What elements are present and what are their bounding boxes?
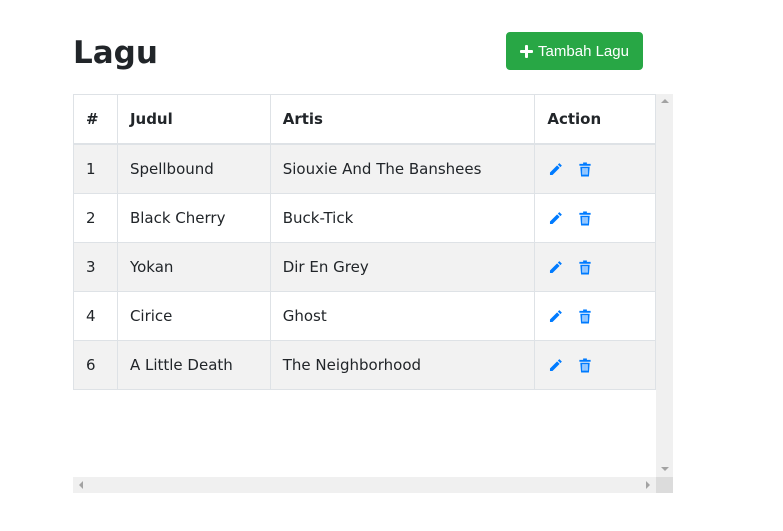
table-row: 4 Cirice Ghost [73,291,656,341]
song-artist: Siouxie And The Banshees [269,143,536,194]
column-header-number: # [73,94,118,145]
songs-table: # Judul Artis Action 1 Spellbound Siouxi… [73,94,656,390]
pencil-icon[interactable] [547,308,563,324]
trash-icon[interactable] [577,259,593,275]
horizontal-scrollbar[interactable] [73,477,656,493]
row-actions [534,242,656,292]
song-artist: Buck-Tick [269,193,536,243]
song-title: A Little Death [116,340,271,390]
pencil-icon[interactable] [547,210,563,226]
vertical-scrollbar[interactable] [656,94,673,477]
row-number: 6 [73,340,118,390]
pencil-icon[interactable] [547,161,563,177]
song-title: Yokan [116,242,271,292]
songs-table-container: # Judul Artis Action 1 Spellbound Siouxi… [73,94,673,493]
pencil-icon[interactable] [547,357,563,373]
row-number: 4 [73,291,118,341]
scroll-left-icon[interactable] [79,481,83,489]
trash-icon[interactable] [577,357,593,373]
scroll-up-icon[interactable] [661,99,669,103]
song-artist: Ghost [269,291,536,341]
trash-icon[interactable] [577,161,593,177]
song-title: Black Cherry [116,193,271,243]
table-header-row: # Judul Artis Action [73,94,656,145]
song-artist: The Neighborhood [269,340,536,390]
row-actions [534,193,656,243]
row-actions [534,340,656,390]
scrollbar-corner [656,477,673,493]
add-song-button[interactable]: Tambah Lagu [506,32,643,70]
table-row: 2 Black Cherry Buck-Tick [73,193,656,243]
row-actions [534,291,656,341]
table-row: 6 A Little Death The Neighborhood [73,340,656,390]
song-artist: Dir En Grey [269,242,536,292]
song-title: Cirice [116,291,271,341]
add-song-label: Tambah Lagu [538,42,629,60]
column-header-judul: Judul [116,94,271,145]
row-number: 3 [73,242,118,292]
scroll-down-icon[interactable] [661,467,669,471]
column-header-action: Action [534,94,656,145]
trash-icon[interactable] [577,210,593,226]
plus-icon [520,44,534,58]
row-number: 2 [73,193,118,243]
scroll-right-icon[interactable] [646,481,650,489]
trash-icon[interactable] [577,308,593,324]
column-header-artis: Artis [269,94,536,145]
table-row: 3 Yokan Dir En Grey [73,242,656,292]
row-actions [534,143,656,194]
table-row: 1 Spellbound Siouxie And The Banshees [73,143,656,194]
row-number: 1 [73,143,118,194]
pencil-icon[interactable] [547,259,563,275]
song-title: Spellbound [116,143,271,194]
page-title: Lagu [73,35,158,71]
